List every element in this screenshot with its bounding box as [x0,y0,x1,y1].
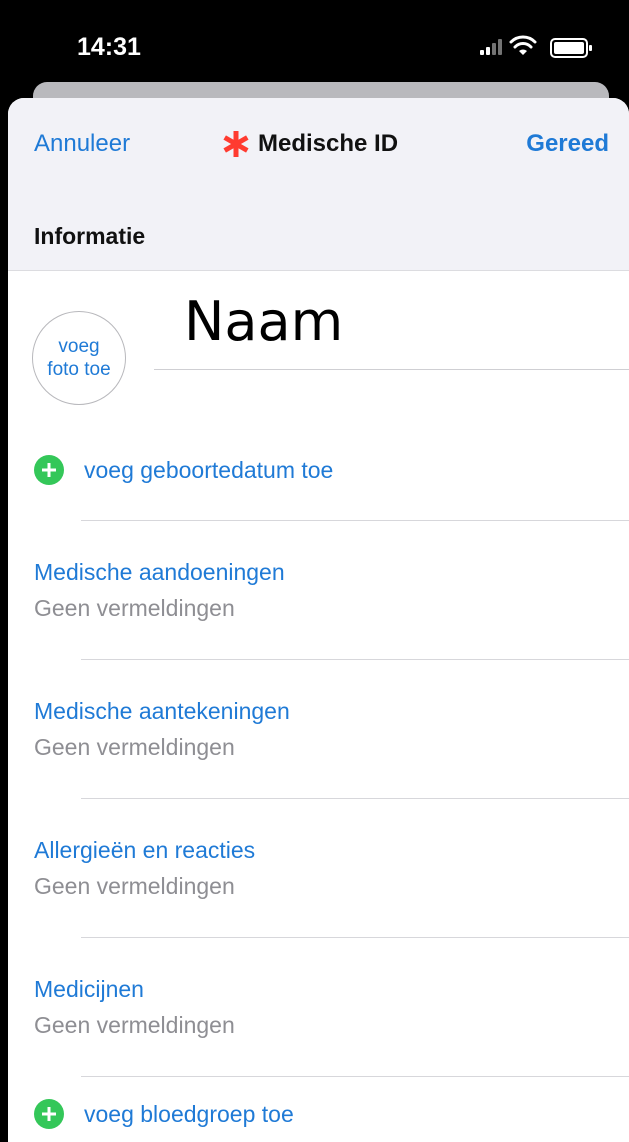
battery-icon [550,38,592,58]
asterisk-icon [223,131,249,157]
done-button[interactable]: Gereed [526,130,609,158]
medications-field[interactable]: Medicijnen Geen vermeldingen [34,975,235,1039]
add-bloodtype-row[interactable]: voeg bloedgroep toe [34,1099,294,1129]
field-title: Allergieën en reacties [34,837,256,863]
header-area: Annuleer Medische ID Gereed Informatie [8,98,629,271]
add-birthdate-row[interactable]: voeg geboortedatum toe [34,455,333,485]
divider [81,1076,629,1077]
medical-id-sheet: Annuleer Medische ID Gereed Informatie v… [8,98,629,1142]
field-value: Geen vermeldingen [34,873,235,899]
page-title: Medische ID [222,130,398,158]
page-title-text: Medische ID [258,130,399,157]
add-photo-button[interactable]: voeg foto toe [32,311,126,405]
photo-label-line2: foto toe [47,359,111,380]
divider [81,937,629,938]
status-time: 14:31 [77,33,141,61]
field-value: Geen vermeldingen [34,1012,235,1038]
divider [81,520,629,521]
field-title: Medische aantekeningen [34,698,290,724]
field-title: Medische aandoeningen [34,559,285,585]
add-birthdate-label: voeg geboortedatum toe [84,456,334,483]
medical-notes-field[interactable]: Medische aantekeningen Geen vermeldingen [34,697,290,761]
plus-circle-icon [34,455,64,485]
cancel-button[interactable]: Annuleer [34,130,130,158]
add-bloodtype-label: voeg bloedgroep toe [84,1100,294,1127]
allergies-field[interactable]: Allergieën en reacties Geen vermeldingen [34,836,255,900]
medical-conditions-field[interactable]: Medische aandoeningen Geen vermeldingen [34,558,285,622]
name-field[interactable]: Naam [184,290,343,353]
photo-label-line1: voeg [58,336,100,357]
section-label: Informatie [34,223,146,249]
divider [81,659,629,660]
field-value: Geen vermeldingen [34,734,235,760]
wifi-icon [509,35,537,55]
field-value: Geen vermeldingen [34,595,235,621]
signal-icon [480,39,502,55]
plus-circle-icon [34,1099,64,1129]
divider [81,798,629,799]
status-bar: 14:31 [0,0,629,84]
name-underline [154,369,629,370]
field-title: Medicijnen [34,976,144,1002]
